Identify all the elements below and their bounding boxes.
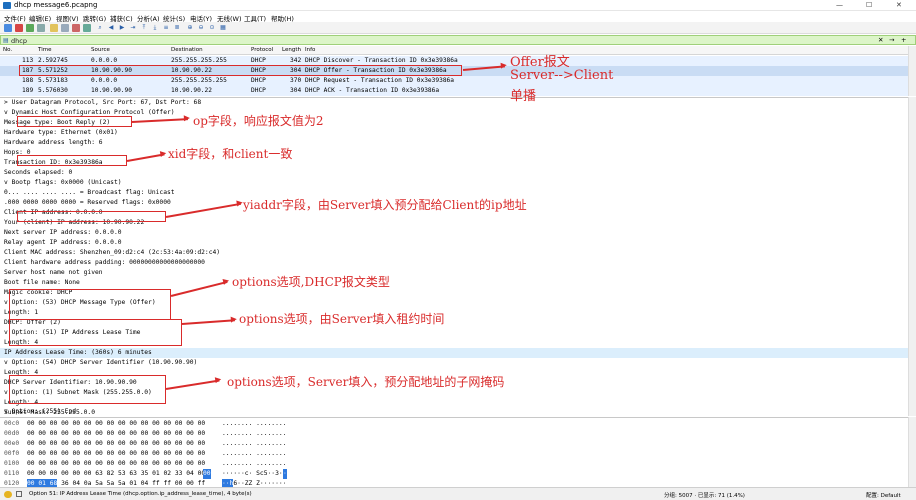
add-filter-button[interactable]: + [901,36,906,44]
field-hw-padding[interactable]: Client hardware address padding: 0000000… [4,258,912,268]
bytes-scrollbar[interactable] [908,417,916,487]
field-transaction-id[interactable]: Transaction ID: 0x3e39386a [4,158,912,168]
zoom-out-icon[interactable]: ⊖ [197,24,205,32]
option-51-value-selected[interactable]: IP Address Lease Time: (360s) 6 minutes [0,348,908,358]
highlight-option-1 [9,375,166,404]
find-packet-icon[interactable]: ⌕ [96,24,104,32]
main-toolbar: ⌕ ◀ ▶ ⇥ ⤒ ⤓ ≡ ≣ ⊕ ⊖ ⊙ ▦ [0,22,916,34]
restart-capture-icon[interactable] [26,24,34,32]
col-source[interactable]: Source [91,47,110,53]
packet-row[interactable]: 188 5.573183 0.0.0.0 255.255.255.255 DHC… [0,76,916,86]
last-packet-icon[interactable]: ⤓ [151,24,159,32]
annotation-op: op字段，响应报文值为2 [193,114,324,128]
save-file-icon[interactable] [61,24,69,32]
zoom-in-icon[interactable]: ⊕ [186,24,194,32]
field-message-type[interactable]: Message type: Boot Reply (2) [4,118,912,128]
ascii-selection: · [283,469,287,479]
highlight-your-ip [17,211,166,222]
field-seconds[interactable]: Seconds elapsed: 0 [4,168,912,178]
col-no[interactable]: No. [3,47,12,53]
col-destination[interactable]: Destination [171,47,203,53]
field-relay-ip[interactable]: Relay agent IP address: 0.0.0.0 [4,238,912,248]
highlight-option-51 [9,319,182,346]
highlight-transaction-id [17,155,127,166]
packet-list-header: No. Time Source Destination Protocol Len… [0,46,916,55]
field-hw-len[interactable]: Hardware address length: 6 [4,138,912,148]
col-info[interactable]: Info [305,47,315,53]
packet-details-pane: > User Datagram Protocol, Src Port: 67, … [0,97,908,416]
minimize-button[interactable]: — [836,1,843,9]
maximize-button[interactable]: ☐ [866,1,872,9]
capture-options-icon[interactable] [37,24,45,32]
highlight-offer-row [19,65,462,76]
clear-filter-icon[interactable]: ✕ [878,36,883,44]
col-length[interactable]: Length [282,47,301,53]
annotation-offer-direction: Server-->Client [510,68,614,83]
packet-row[interactable]: 189 5.576030 10.90.90.90 10.90.90.22 DHC… [0,86,916,96]
first-packet-icon[interactable]: ⤒ [140,24,148,32]
col-protocol[interactable]: Protocol [251,47,273,53]
annotation-opt1: options选项，Server填入，预分配地址的子网掩码 [227,375,505,389]
start-capture-icon[interactable] [4,24,12,32]
display-filter-input[interactable]: dhcp [11,37,27,45]
zoom-reset-icon[interactable]: ⊙ [208,24,216,32]
autoscroll-icon[interactable]: ≡ [162,24,170,32]
comment-icon[interactable] [16,491,22,497]
field-next-server-ip[interactable]: Next server IP address: 0.0.0.0 [4,228,912,238]
tree-item-udp[interactable]: > User Datagram Protocol, Src Port: 67, … [4,98,912,108]
status-profile[interactable]: 配置: Default [866,491,901,499]
resize-columns-icon[interactable]: ▦ [219,24,227,32]
field-hw-type[interactable]: Hardware type: Ethernet (0x01) [4,128,912,138]
annotation-xid: xid字段，和client一致 [168,147,293,161]
option-255[interactable]: v Option: (255) End [4,407,604,417]
open-file-icon[interactable] [50,24,58,32]
annotation-opt51: options选项，由Server填入租约时间 [239,312,445,326]
details-scrollbar[interactable] [908,97,916,416]
close-file-icon[interactable] [72,24,80,32]
close-button[interactable]: ✕ [896,1,902,9]
col-time[interactable]: Time [38,47,51,53]
reload-icon[interactable] [83,24,91,32]
field-client-mac[interactable]: Client MAC address: Shenzhen_09:d2:c4 (2… [4,248,912,258]
colorize-icon[interactable]: ≣ [173,24,181,32]
title-bar: dhcp message6.pcapng — ☐ ✕ [0,0,916,11]
field-server-host[interactable]: Server host name not given [4,268,912,278]
go-forward-icon[interactable]: ▶ [118,24,126,32]
packet-bytes-pane: 00c0 00 00 00 00 00 00 00 00 00 00 00 00… [0,417,908,489]
status-packets: 分组: 5007 · 已显示: 71 (1.4%) [664,493,745,499]
expert-info-icon[interactable] [4,491,12,498]
highlight-option-53 [9,289,171,320]
field-bootp-flags[interactable]: v Bootp flags: 0x0000 (Unicast) [4,178,912,188]
window-title: dhcp message6.pcapng [14,1,98,9]
annotation-yiaddr: yiaddr字段，由Server填入预分配给Client的ip地址 [243,198,527,212]
menu-bar: 文件(F) 编辑(E) 视图(V) 跳转(G) 捕获(C) 分析(A) 统计(S… [0,11,916,23]
annotation-opt53: options选项,DHCP报文类型 [232,275,390,289]
bookmark-icon[interactable]: ▤ [3,37,9,44]
apply-filter-icon[interactable]: → [889,36,894,44]
option-54[interactable]: v Option: (54) DHCP Server Identifier (1… [4,358,912,368]
hex-selection: 00 [203,469,211,479]
stop-capture-icon[interactable] [15,24,23,32]
annotation-offer-unicast: 单播 [510,89,537,104]
packet-list-scrollbar[interactable] [908,46,916,96]
wireshark-icon [3,2,11,9]
highlight-message-type [17,116,132,127]
go-back-icon[interactable]: ◀ [107,24,115,32]
status-bar: Option 51: IP Address Lease Time (dhcp.o… [0,487,916,500]
display-filter-bar[interactable]: ▤ dhcp ✕ → + [0,35,916,45]
tree-item-dhcp[interactable]: v Dynamic Host Configuration Protocol (O… [4,108,912,118]
field-boot-file[interactable]: Boot file name: None [4,278,912,288]
status-field-info: Option 51: IP Address Lease Time (dhcp.o… [29,491,252,497]
go-to-packet-icon[interactable]: ⇥ [129,24,137,32]
